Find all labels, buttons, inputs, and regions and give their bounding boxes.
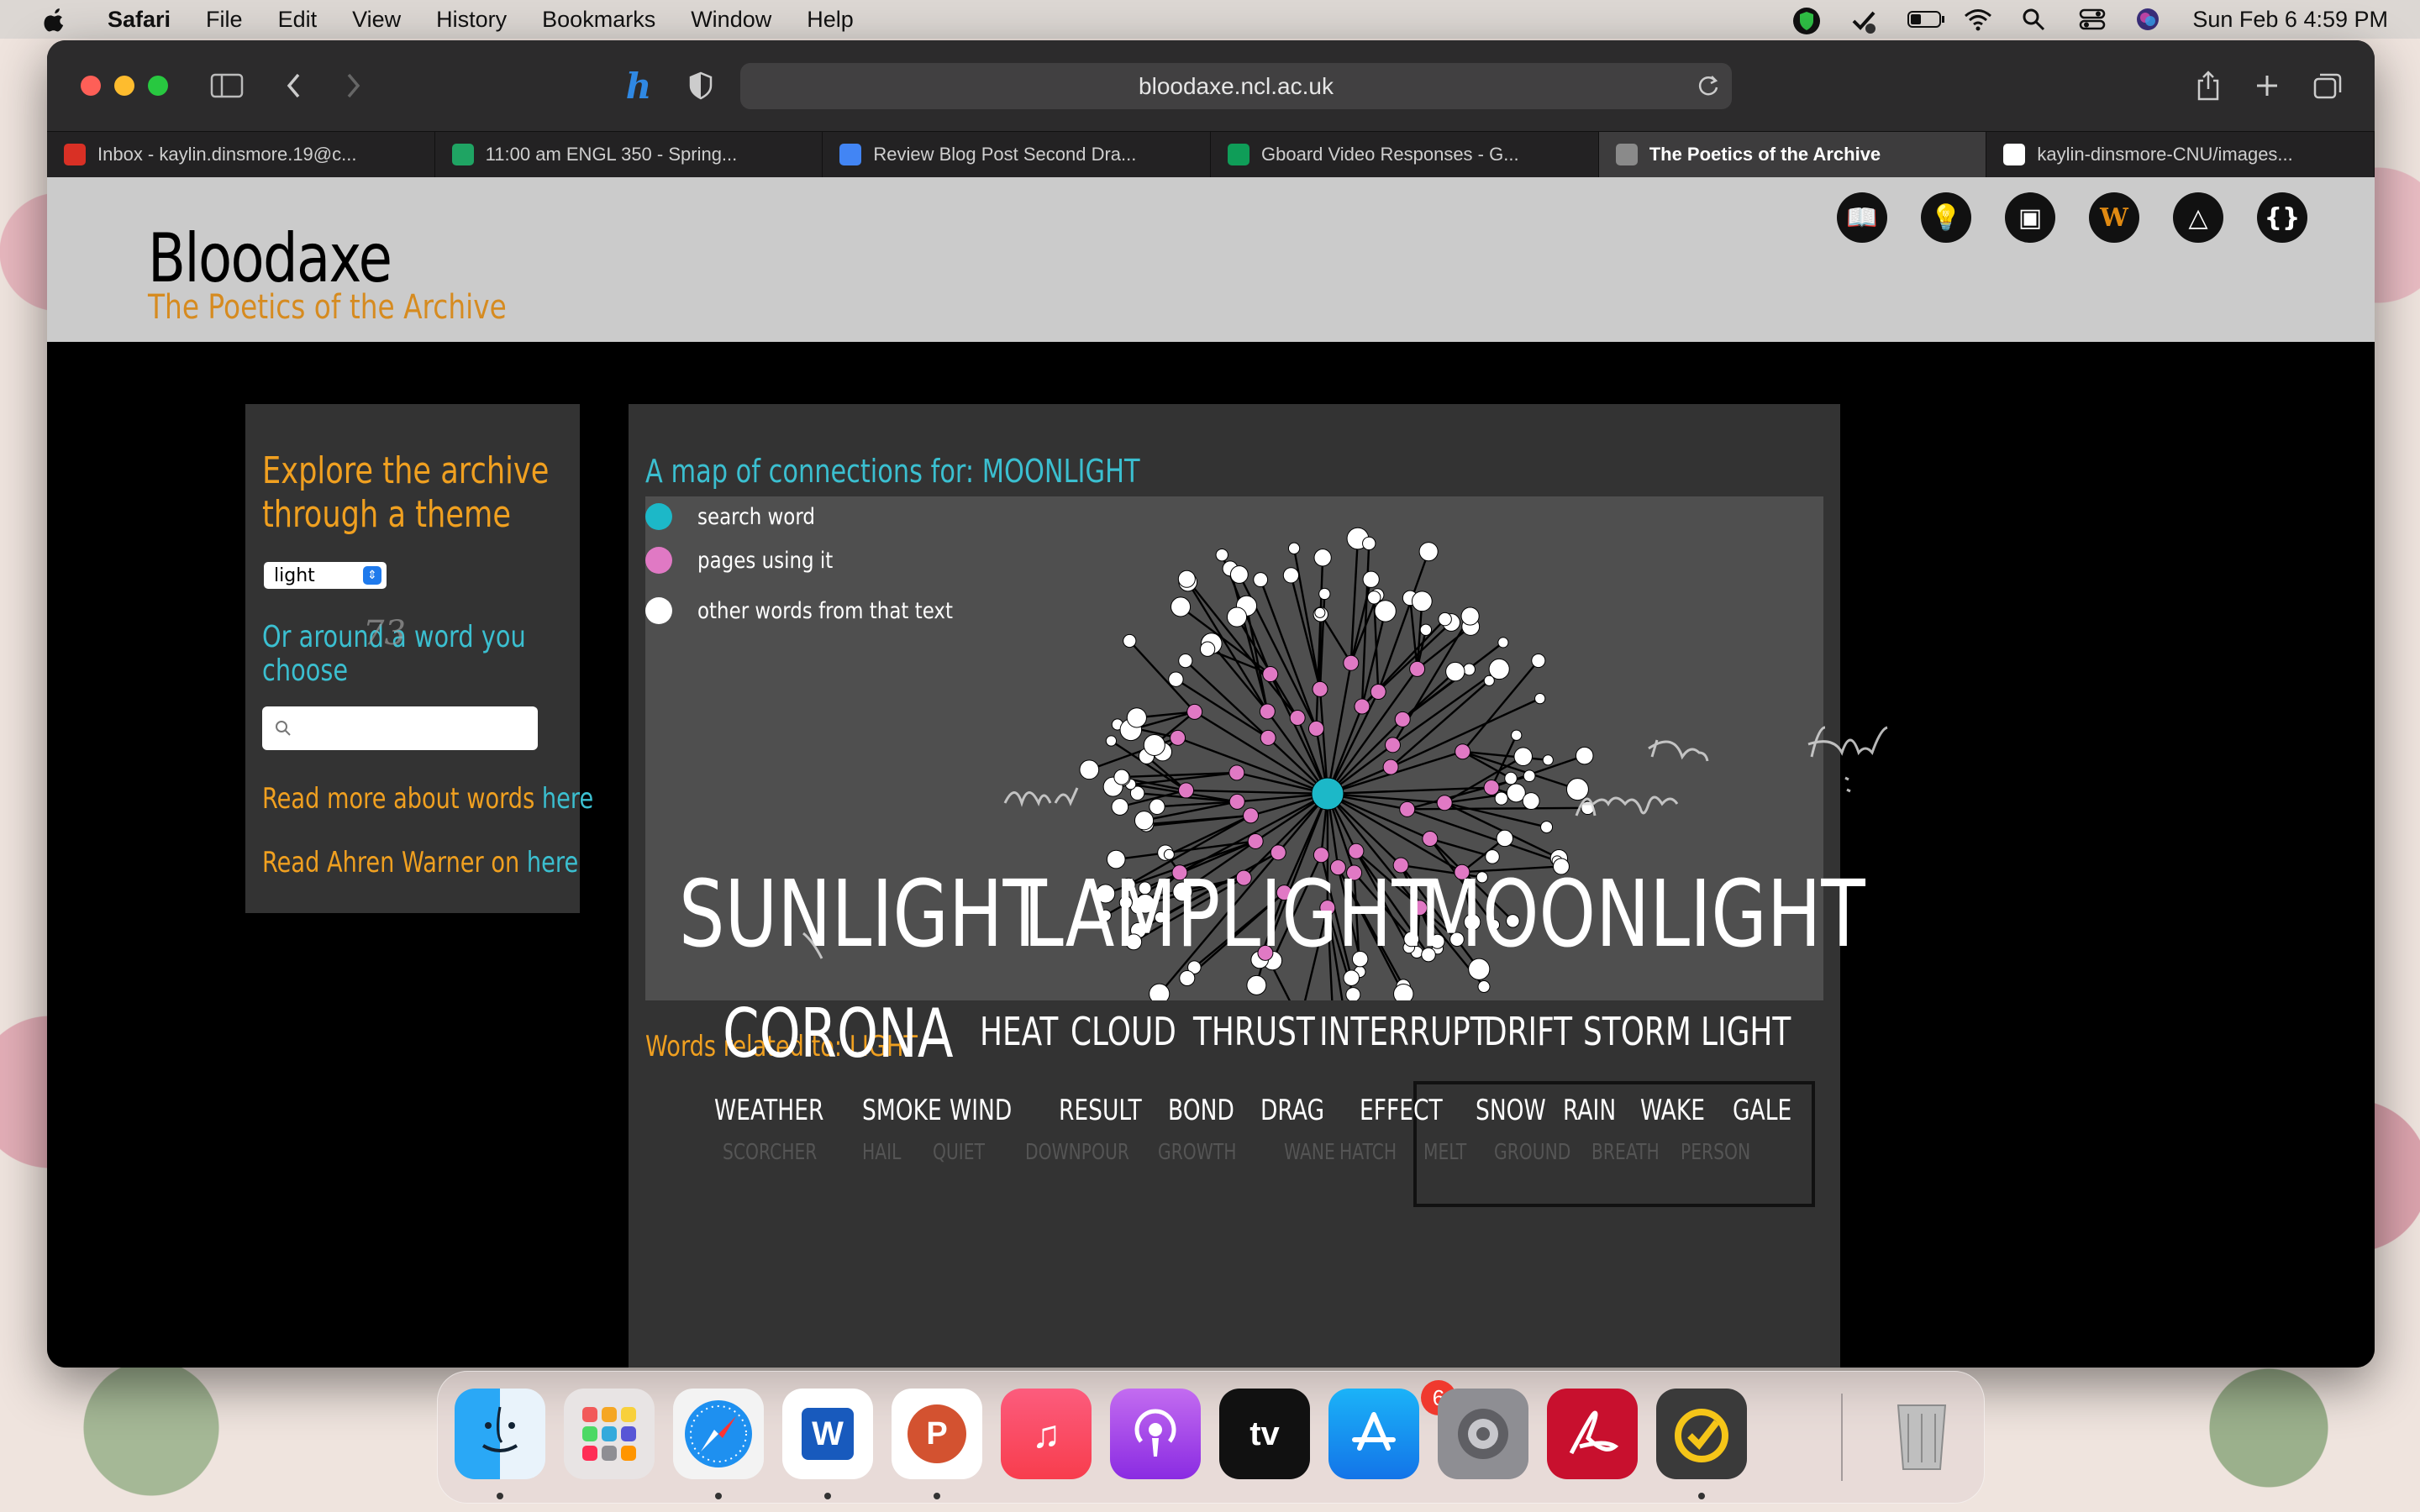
close-window-button[interactable] <box>81 76 101 96</box>
google-drive-icon <box>451 144 474 165</box>
minimize-window-button[interactable] <box>114 76 134 96</box>
dock-divider <box>1841 1394 1843 1481</box>
browser-tab[interactable]: 11:00 am ENGL 350 - Spring... <box>435 132 823 177</box>
powerpoint-running-indicator <box>934 1493 940 1499</box>
app-store-icon[interactable] <box>1328 1389 1419 1479</box>
powerpoint-icon[interactable]: P <box>892 1389 982 1479</box>
menu-view[interactable]: View <box>352 7 401 33</box>
forward-button-icon[interactable] <box>333 66 373 106</box>
checkmark-status-icon[interactable] <box>1849 7 1878 34</box>
security-shield-icon[interactable] <box>1792 7 1821 34</box>
notion-icon <box>1615 144 1638 165</box>
system-preferences-icon[interactable] <box>1438 1389 1528 1479</box>
menubar-clock[interactable]: Sun Feb 6 4:59 PM <box>2192 7 2388 33</box>
acrobat-icon[interactable] <box>1547 1389 1638 1479</box>
privacy-shield-icon[interactable] <box>681 66 721 106</box>
github-icon <box>2003 144 2026 165</box>
tab-overview-icon[interactable] <box>2307 66 2348 106</box>
hypothesis-extension-icon[interactable]: h <box>618 66 659 107</box>
gmail-icon <box>64 144 86 165</box>
browser-tab[interactable]: The Poetics of the Archive <box>1598 132 1987 177</box>
safari-running-indicator <box>715 1493 722 1499</box>
tab-title: Gboard Video Responses - G... <box>1261 144 1519 165</box>
browser-tab[interactable]: Review Blog Post Second Dra... <box>823 132 1212 177</box>
trash-icon[interactable] <box>1876 1389 1967 1479</box>
spotlight-search-icon[interactable] <box>2021 7 2049 32</box>
tab-title: kaylin-dinsmore-CNU/images... <box>2037 144 2293 165</box>
zoom-window-button[interactable] <box>148 76 168 96</box>
google-docs-icon <box>839 144 862 165</box>
siri-icon[interactable] <box>2135 7 2164 32</box>
handwritten-number: 73 <box>363 614 406 653</box>
norton-icon[interactable] <box>1656 1389 1747 1479</box>
menu-window[interactable]: Window <box>691 7 771 33</box>
web-page: Bloodaxe The Poetics of the Archive 📖 💡 ▣ W… <box>47 177 2375 1368</box>
finder-running-indicator <box>497 1493 503 1499</box>
safari-icon[interactable] <box>673 1389 764 1479</box>
apple-tv-icon[interactable]: tv <box>1219 1389 1310 1479</box>
menu-file[interactable]: File <box>206 7 243 33</box>
tab-title: Inbox - kaylin.dinsmore.19@c... <box>97 144 357 165</box>
norton-running-indicator <box>1698 1493 1705 1499</box>
tab-title: The Poetics of the Archive <box>1649 144 1881 165</box>
tab-title: 11:00 am ENGL 350 - Spring... <box>485 144 738 165</box>
reload-icon[interactable] <box>1697 73 1720 104</box>
browser-tab[interactable]: Gboard Video Responses - G... <box>1211 132 1599 177</box>
word-running-indicator <box>824 1493 831 1499</box>
word-icon[interactable]: W <box>782 1389 873 1479</box>
finder-icon[interactable] <box>455 1389 545 1479</box>
handwriting-overlay: 73 <box>363 614 1888 959</box>
music-icon[interactable]: ♫ <box>1001 1389 1092 1479</box>
menu-safari[interactable]: Safari <box>108 7 171 33</box>
battery-icon[interactable] <box>1907 7 1945 32</box>
browser-tab[interactable]: kaylin-dinsmore-CNU/images... <box>1986 132 2375 177</box>
macos-dock: W P ♫ tv 6 <box>437 1371 1985 1504</box>
sidebar-toggle-icon[interactable] <box>207 66 247 106</box>
address-bar[interactable]: bloodaxe.ncl.ac.uk <box>740 63 1732 109</box>
apple-logo-icon[interactable] <box>37 7 74 32</box>
menu-history[interactable]: History <box>436 7 507 33</box>
menu-help[interactable]: Help <box>807 7 854 33</box>
launchpad-icon[interactable] <box>564 1389 655 1479</box>
share-icon[interactable] <box>2188 66 2228 106</box>
tab-title: Review Blog Post Second Dra... <box>873 144 1137 165</box>
menu-edit[interactable]: Edit <box>278 7 318 33</box>
control-center-icon[interactable] <box>2078 7 2107 32</box>
podcasts-icon[interactable] <box>1110 1389 1201 1479</box>
new-tab-icon[interactable] <box>2247 66 2287 106</box>
menu-bookmarks[interactable]: Bookmarks <box>542 7 655 33</box>
macos-menu-bar: Safari File Edit View History Bookmarks … <box>0 0 2420 39</box>
back-button-icon[interactable] <box>274 66 314 106</box>
browser-toolbar: h bloodaxe.ncl.ac.uk <box>47 40 2375 131</box>
google-sheets-icon <box>1228 144 1250 165</box>
safari-window: h bloodaxe.ncl.ac.uk Inbox - kaylin.dins… <box>47 40 2375 1368</box>
apple-tv-label: tv <box>1249 1415 1280 1452</box>
url-text: bloodaxe.ncl.ac.uk <box>1139 72 1334 99</box>
wifi-icon[interactable] <box>1964 7 1992 32</box>
tab-bar: Inbox - kaylin.dinsmore.19@c... 11:00 am … <box>47 131 2375 177</box>
browser-tab[interactable]: Inbox - kaylin.dinsmore.19@c... <box>47 132 435 177</box>
